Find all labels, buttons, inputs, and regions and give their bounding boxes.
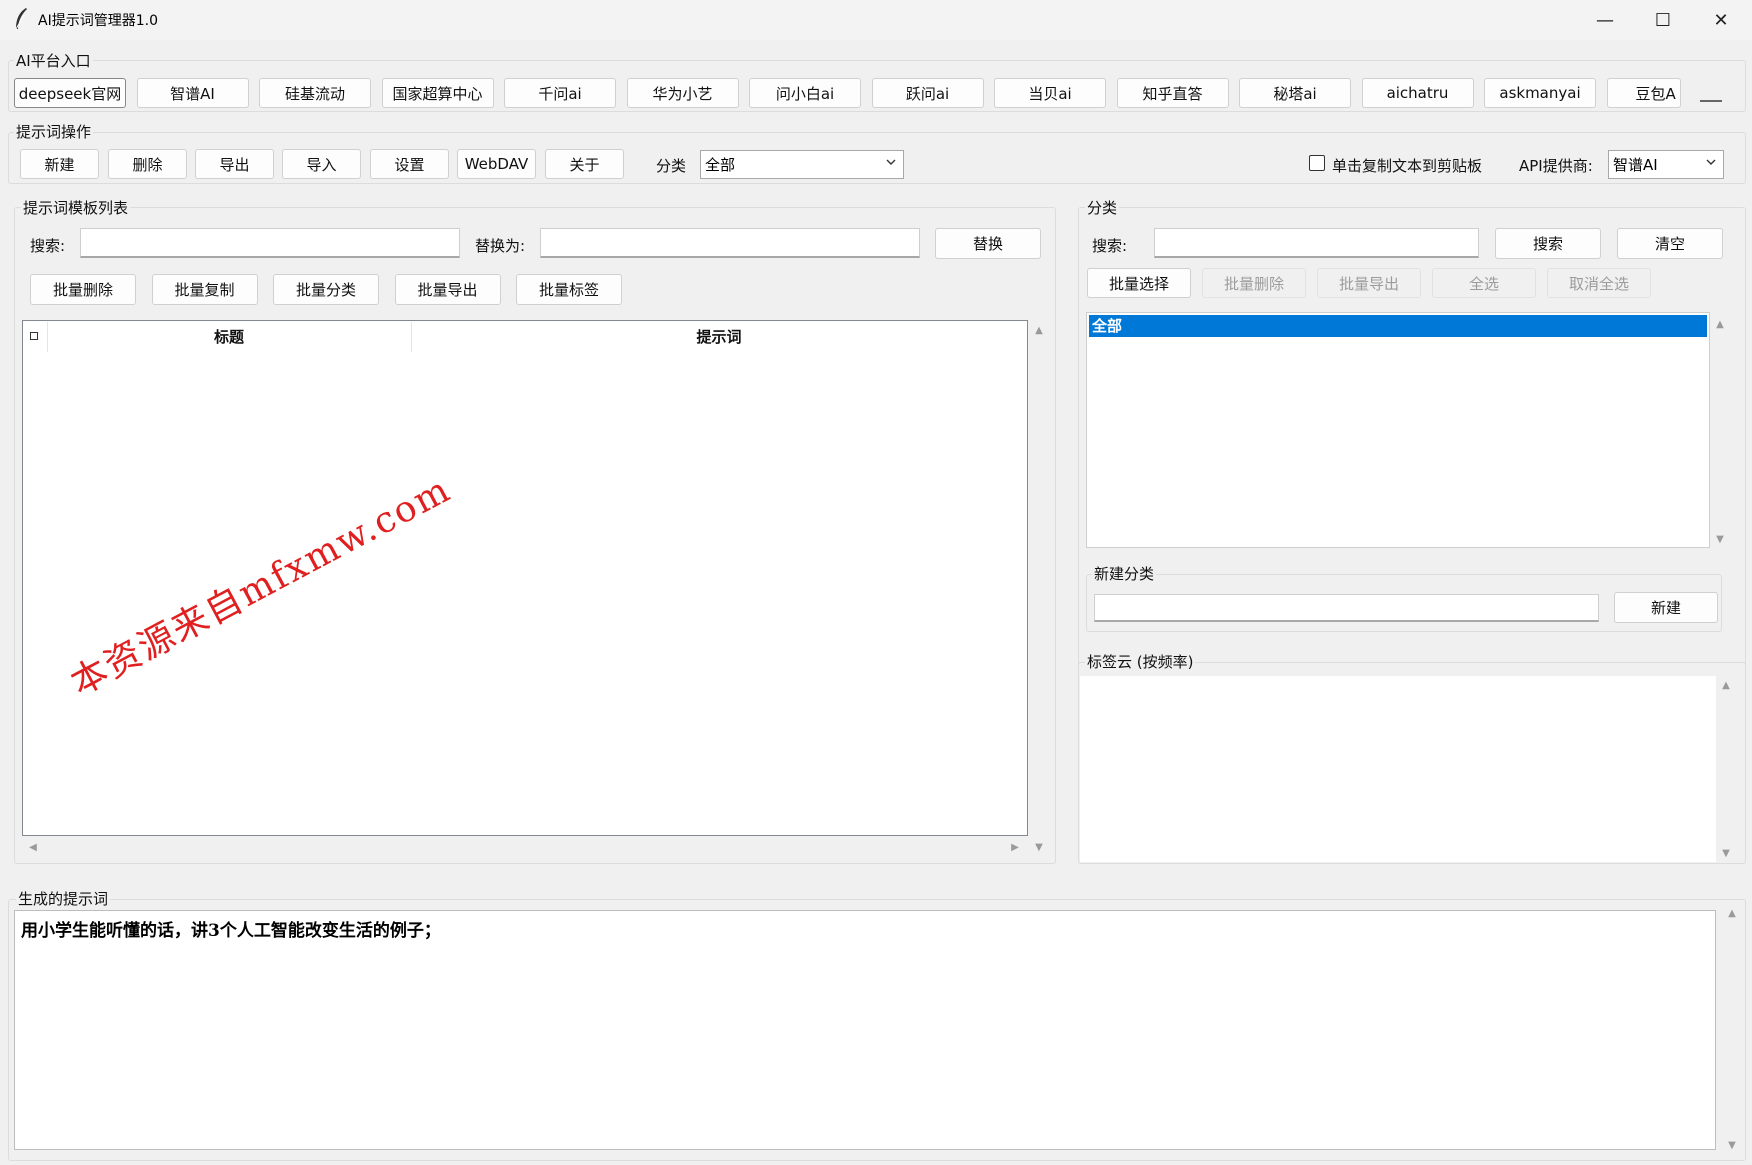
- maximize-button[interactable]: ☐: [1634, 0, 1692, 40]
- new-category-legend: 新建分类: [1092, 563, 1157, 584]
- scroll-up-icon[interactable]: ▲: [1719, 678, 1733, 692]
- scroll-down-icon[interactable]: ▼: [1713, 532, 1727, 546]
- generated-textarea[interactable]: 用小学生能听懂的话，讲3个人工智能改变生活的例子；: [14, 910, 1716, 1150]
- scroll-up-icon[interactable]: ▲: [1725, 906, 1739, 920]
- tagcloud-legend: 标签云 (按频率): [1085, 651, 1196, 672]
- platform-button[interactable]: 当贝ai: [994, 78, 1106, 108]
- category-search-input[interactable]: [1154, 228, 1479, 258]
- minimize-button[interactable]: —: [1576, 0, 1634, 40]
- ops-button[interactable]: 关于: [545, 149, 624, 179]
- select-all-button[interactable]: 全选: [1432, 268, 1536, 298]
- column-header-title[interactable]: 标题: [48, 326, 410, 347]
- generated-legend: 生成的提示词: [16, 888, 111, 909]
- ops-button[interactable]: 导出: [195, 149, 274, 179]
- ops-button[interactable]: 新建: [20, 149, 99, 179]
- close-button[interactable]: ✕: [1692, 0, 1750, 40]
- platform-button[interactable]: 知乎直答: [1116, 78, 1229, 108]
- template-batch-button[interactable]: 批量分类: [273, 274, 379, 305]
- category-batch-delete-button[interactable]: 批量删除: [1202, 268, 1306, 298]
- scroll-up-icon[interactable]: ▲: [1713, 317, 1727, 331]
- platform-button[interactable]: 豆包A: [1606, 78, 1681, 108]
- platform-button[interactable]: 硅基流动: [259, 78, 371, 108]
- replace-input[interactable]: [540, 228, 920, 258]
- generated-text: 用小学生能听懂的话，讲3个人工智能改变生活的例子；: [21, 921, 441, 941]
- category-list-item[interactable]: 全部: [1089, 315, 1707, 337]
- replace-label: 替换为:: [475, 237, 526, 255]
- platform-button[interactable]: 国家超算中心: [381, 78, 494, 108]
- templates-legend: 提示词模板列表: [21, 197, 131, 218]
- api-provider-select[interactable]: 智谱AI: [1608, 150, 1724, 179]
- tagcloud-area[interactable]: [1080, 676, 1716, 862]
- scroll-down-icon[interactable]: ▼: [1032, 840, 1046, 854]
- chevron-down-icon: [1706, 159, 1716, 165]
- scroll-up-icon[interactable]: ▲: [1032, 323, 1046, 337]
- scroll-down-icon[interactable]: ▼: [1725, 1138, 1739, 1152]
- template-search-input[interactable]: [80, 228, 460, 258]
- category-clear-button[interactable]: 清空: [1617, 228, 1723, 259]
- platform-button[interactable]: 跃问ai: [871, 78, 984, 108]
- ops-button[interactable]: 导入: [282, 149, 361, 179]
- batch-select-button[interactable]: 批量选择: [1087, 268, 1191, 298]
- template-batch-button[interactable]: 批量标签: [516, 274, 622, 305]
- template-table[interactable]: [22, 320, 1028, 836]
- category-search-button[interactable]: 搜索: [1495, 228, 1601, 259]
- template-batch-button[interactable]: 批量复制: [151, 274, 258, 305]
- template-batch-button[interactable]: 批量删除: [30, 274, 136, 305]
- feather-icon: [15, 8, 27, 30]
- select-all-checkbox[interactable]: [30, 332, 38, 340]
- category-label: 分类: [656, 157, 687, 175]
- overflow-indicator: [1700, 100, 1722, 102]
- scroll-down-icon[interactable]: ▼: [1719, 846, 1733, 860]
- chevron-down-icon: [886, 159, 896, 165]
- ops-button[interactable]: WebDAV: [457, 149, 536, 179]
- platform-button[interactable]: 千问ai: [504, 78, 616, 108]
- ops-button[interactable]: 删除: [108, 149, 187, 179]
- platform-button[interactable]: 华为小艺: [626, 78, 739, 108]
- category-select[interactable]: 全部: [700, 150, 904, 179]
- platform-button[interactable]: deepseek官网: [14, 78, 126, 108]
- ops-legend: 提示词操作: [14, 121, 94, 142]
- scroll-left-icon[interactable]: ◀: [26, 840, 40, 854]
- template-search-label: 搜索:: [30, 237, 66, 255]
- title-bar: [0, 0, 1752, 40]
- platform-button[interactable]: 秘塔ai: [1239, 78, 1351, 108]
- copy-checkbox-label: 单击复制文本到剪贴板: [1332, 157, 1483, 175]
- replace-button[interactable]: 替换: [935, 228, 1041, 259]
- category-list[interactable]: 全部: [1086, 312, 1710, 548]
- platform-button[interactable]: aichatru: [1361, 78, 1474, 108]
- deselect-all-button[interactable]: 取消全选: [1547, 268, 1651, 298]
- category-batch-export-button[interactable]: 批量导出: [1317, 268, 1421, 298]
- category-search-label: 搜索:: [1092, 237, 1128, 255]
- scroll-right-icon[interactable]: ▶: [1008, 840, 1022, 854]
- platform-button[interactable]: 问小白ai: [749, 78, 861, 108]
- new-category-input[interactable]: [1094, 594, 1599, 622]
- template-batch-button[interactable]: 批量导出: [394, 274, 501, 305]
- api-label: API提供商:: [1519, 157, 1593, 175]
- api-provider-value: 智谱AI: [1613, 156, 1658, 174]
- new-category-button[interactable]: 新建: [1614, 592, 1718, 623]
- column-header-prompt[interactable]: 提示词: [412, 326, 1026, 347]
- copy-checkbox[interactable]: [1309, 155, 1325, 171]
- platforms-legend: AI平台入口: [14, 50, 93, 71]
- window-title: AI提示词管理器1.0: [38, 13, 158, 29]
- platform-button[interactable]: 智谱AI: [136, 78, 249, 108]
- platform-button[interactable]: askmanyai: [1484, 78, 1596, 108]
- category-legend: 分类: [1085, 197, 1120, 218]
- category-select-value: 全部: [705, 156, 736, 174]
- ops-button[interactable]: 设置: [370, 149, 449, 179]
